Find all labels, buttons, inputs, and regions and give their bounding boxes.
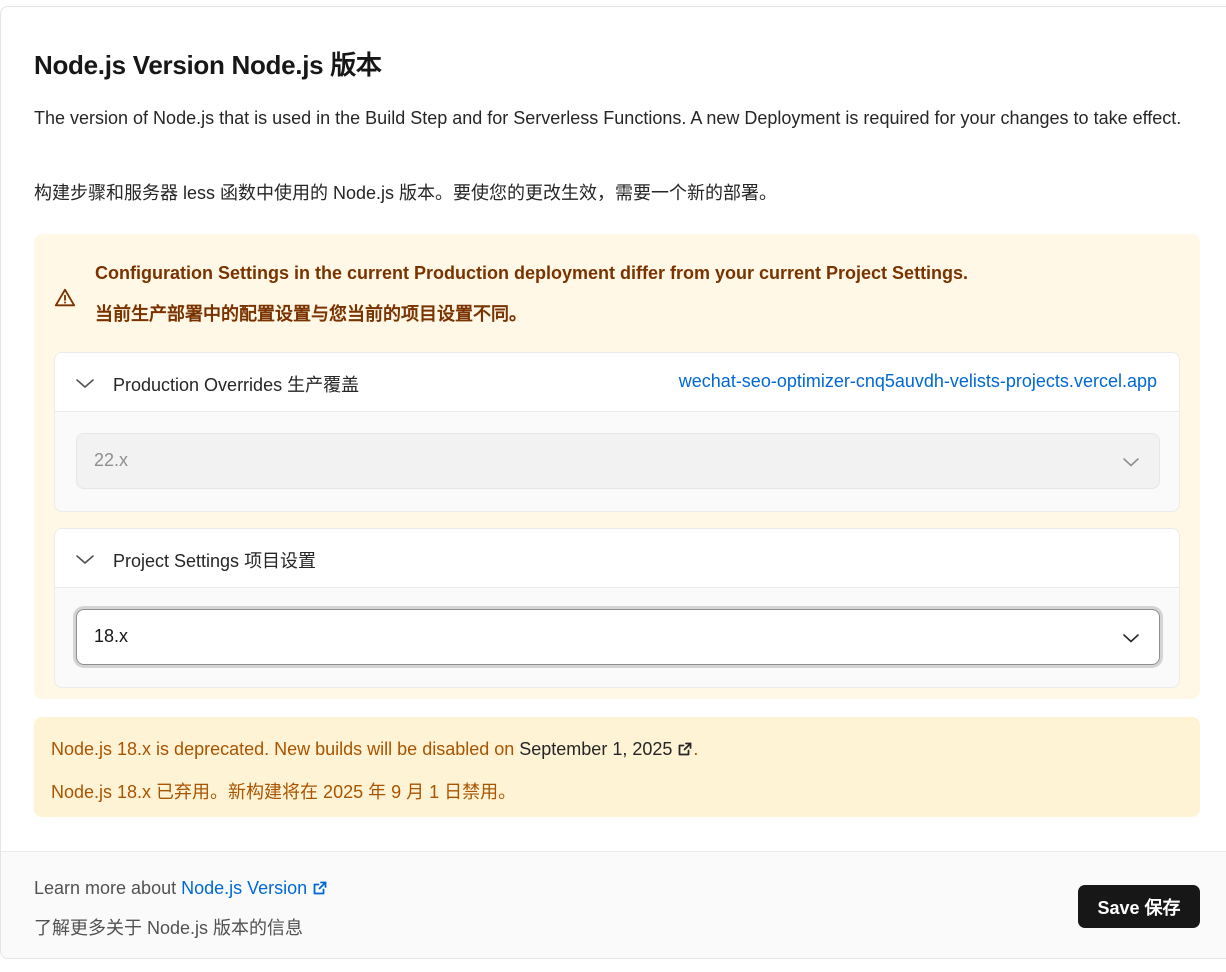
project-settings-label: Project Settings 项目设置 [113, 551, 317, 571]
chevron-down-icon [1123, 634, 1139, 643]
deprecation-text-end: . [693, 739, 699, 759]
deprecation-date-text: September 1, 2025 [519, 739, 673, 759]
section-description-en: The version of Node.js that is used in t… [34, 108, 1182, 128]
deprecation-text: Node.js 18.x is deprecated. New builds w… [51, 739, 520, 759]
learn-more-link[interactable]: Node.js Version [181, 878, 328, 898]
deprecation-message-en: Node.js 18.x is deprecated. New builds w… [51, 739, 698, 760]
production-deployment-link[interactable]: wechat-seo-optimizer-cnq5auvdh-velists-p… [647, 371, 1157, 392]
section-description-zh: 构建步骤和服务器 less 函数中使用的 Node.js 版本。要使您的更改生效… [34, 183, 778, 203]
save-button[interactable]: Save 保存 [1078, 885, 1200, 928]
warning-message-zh: 当前生产部署中的配置设置与您当前的项目设置不同。 [95, 304, 527, 324]
project-node-version-select[interactable]: 18.x [76, 609, 1160, 665]
deprecation-notice: Node.js 18.x is deprecated. New builds w… [34, 717, 1200, 817]
config-mismatch-warning: Configuration Settings in the current Pr… [34, 234, 1200, 699]
warning-message-en: Configuration Settings in the current Pr… [95, 263, 969, 283]
warning-triangle-icon [54, 288, 76, 307]
learn-more-text: Learn more about Node.js Version [34, 878, 328, 899]
production-overrides-label: Production Overrides 生产覆盖 [113, 375, 360, 395]
production-node-version-value: 22.x [94, 450, 129, 470]
deprecation-date-link[interactable]: September 1, 2025 [519, 739, 693, 759]
production-overrides-panel: Production Overrides 生产覆盖 wechat-seo-opt… [54, 352, 1180, 512]
chevron-down-icon [76, 555, 94, 564]
card-footer: Learn more about Node.js Version 了解更多关于 … [1, 851, 1226, 958]
deprecation-message-zh: Node.js 18.x 已弃用。新构建将在 2025 年 9 月 1 日禁用。 [51, 782, 517, 802]
project-node-version-value: 18.x [94, 626, 129, 646]
project-settings-panel: Project Settings 项目设置 18.x [54, 528, 1180, 688]
learn-more-link-text: Node.js Version [181, 878, 308, 898]
production-node-version-select: 22.x [76, 433, 1160, 489]
external-link-icon [313, 881, 327, 895]
learn-more-zh: 了解更多关于 Node.js 版本的信息 [34, 918, 304, 938]
section-title: Node.js Version Node.js 版本 [34, 50, 382, 80]
learn-more-prefix: Learn more about [34, 878, 182, 898]
project-settings-header[interactable]: Project Settings 项目设置 [55, 529, 1179, 588]
chevron-down-icon [1123, 458, 1139, 467]
node-version-card: Node.js Version Node.js 版本 The version o… [0, 6, 1226, 959]
production-overrides-header[interactable]: Production Overrides 生产覆盖 wechat-seo-opt… [55, 353, 1179, 412]
chevron-down-icon [76, 379, 94, 388]
external-link-icon [678, 742, 692, 756]
